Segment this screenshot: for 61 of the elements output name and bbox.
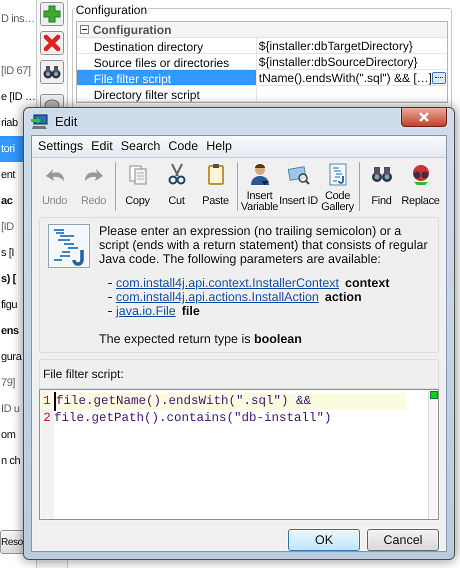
property-name[interactable]: Directory filter script: [76, 86, 257, 101]
close-icon: [42, 34, 61, 52]
plus-icon: [42, 5, 61, 23]
menu-item[interactable]: Search: [116, 137, 164, 156]
code-document-icon: [326, 163, 348, 186]
menu-item[interactable]: Code: [164, 137, 202, 156]
property-value: tName().endsWith(".sql") && […]: [258, 70, 432, 85]
description-text: Please enter an expression (no trailing semicolon) or a script (ends with a return statement) that consists of regular Java code. The following parameters are available:: [99, 224, 429, 266]
parameter-name: context: [345, 276, 390, 290]
dialog-button[interactable]: OK: [288, 529, 360, 551]
ellipsis-button[interactable]: [432, 72, 446, 84]
toolbar-button[interactable]: Paste: [196, 158, 235, 215]
code-editor[interactable]: 1 file.getName().endsWith(".sql") && 2 file.getPath().contains("db-install"): [39, 389, 439, 520]
search-button[interactable]: [40, 60, 64, 84]
bullet-dash: [108, 310, 112, 312]
id-card-icon: [288, 163, 310, 186]
property-name[interactable]: Destination directory: [76, 38, 257, 53]
property-value: ${installer:dbTargetDirectory}: [258, 38, 413, 53]
toolbar-button[interactable]: Copy: [118, 158, 157, 215]
type-link[interactable]: com.install4j.api.context.InstallerContext: [116, 276, 340, 290]
window-title: Edit: [55, 112, 78, 131]
section-header: Configuration: [92, 22, 172, 38]
bullet-dash: [108, 282, 112, 284]
scissors-icon: [166, 163, 188, 186]
property-value: ${installer:dbSourceDirectory}: [258, 54, 418, 69]
binoculars-icon: [42, 64, 61, 80]
line-number: 2: [42, 410, 52, 428]
menu-item[interactable]: Help: [202, 137, 236, 156]
close-icon: [418, 112, 430, 122]
bullet-dash: [108, 296, 112, 298]
remove-button[interactable]: [40, 31, 64, 55]
tree-item[interactable]: e [ID …: [0, 84, 36, 110]
menu-item[interactable]: Edit: [87, 137, 117, 156]
toolbar-button[interactable]: Insert Variable: [240, 158, 279, 215]
type-link[interactable]: java.io.File: [116, 304, 176, 318]
dialog-button[interactable]: Cancel: [367, 529, 439, 551]
code-line: file.getPath().contains("db-install"): [54, 410, 332, 428]
editor-label: File filter script:: [43, 366, 124, 383]
property-name[interactable]: Source files or directories: [76, 54, 257, 69]
close-button[interactable]: [401, 107, 447, 127]
parameter-name: file: [182, 304, 200, 318]
toolbar-button[interactable]: Find: [362, 158, 401, 215]
return-type-text: The expected return type is boolean: [99, 332, 303, 346]
tree-item[interactable]: [ID 67]: [0, 58, 36, 84]
menu-item[interactable]: Settings: [34, 137, 88, 156]
toolbar-button[interactable]: Cut: [157, 158, 196, 215]
parameter-name: action: [324, 290, 362, 304]
toolbar-button[interactable]: Code Gallery: [318, 158, 357, 215]
code-line: file.getName().endsWith(".sql") &&: [54, 392, 312, 411]
status-marker: [430, 391, 438, 399]
person-icon: [248, 163, 270, 186]
code-document-icon: [48, 224, 90, 268]
toolbar-button[interactable]: Insert ID: [279, 158, 318, 215]
app-icon: [31, 114, 49, 130]
type-link[interactable]: com.install4j.api.actions.InstallAction: [116, 290, 319, 304]
add-button[interactable]: [40, 2, 64, 26]
line-number: 1: [42, 393, 52, 410]
tree-item[interactable]: D ins…: [0, 6, 36, 32]
toolbar-button[interactable]: Replace: [401, 158, 440, 215]
copy-icon: [126, 163, 148, 186]
collapse-toggle[interactable]: [80, 25, 89, 34]
